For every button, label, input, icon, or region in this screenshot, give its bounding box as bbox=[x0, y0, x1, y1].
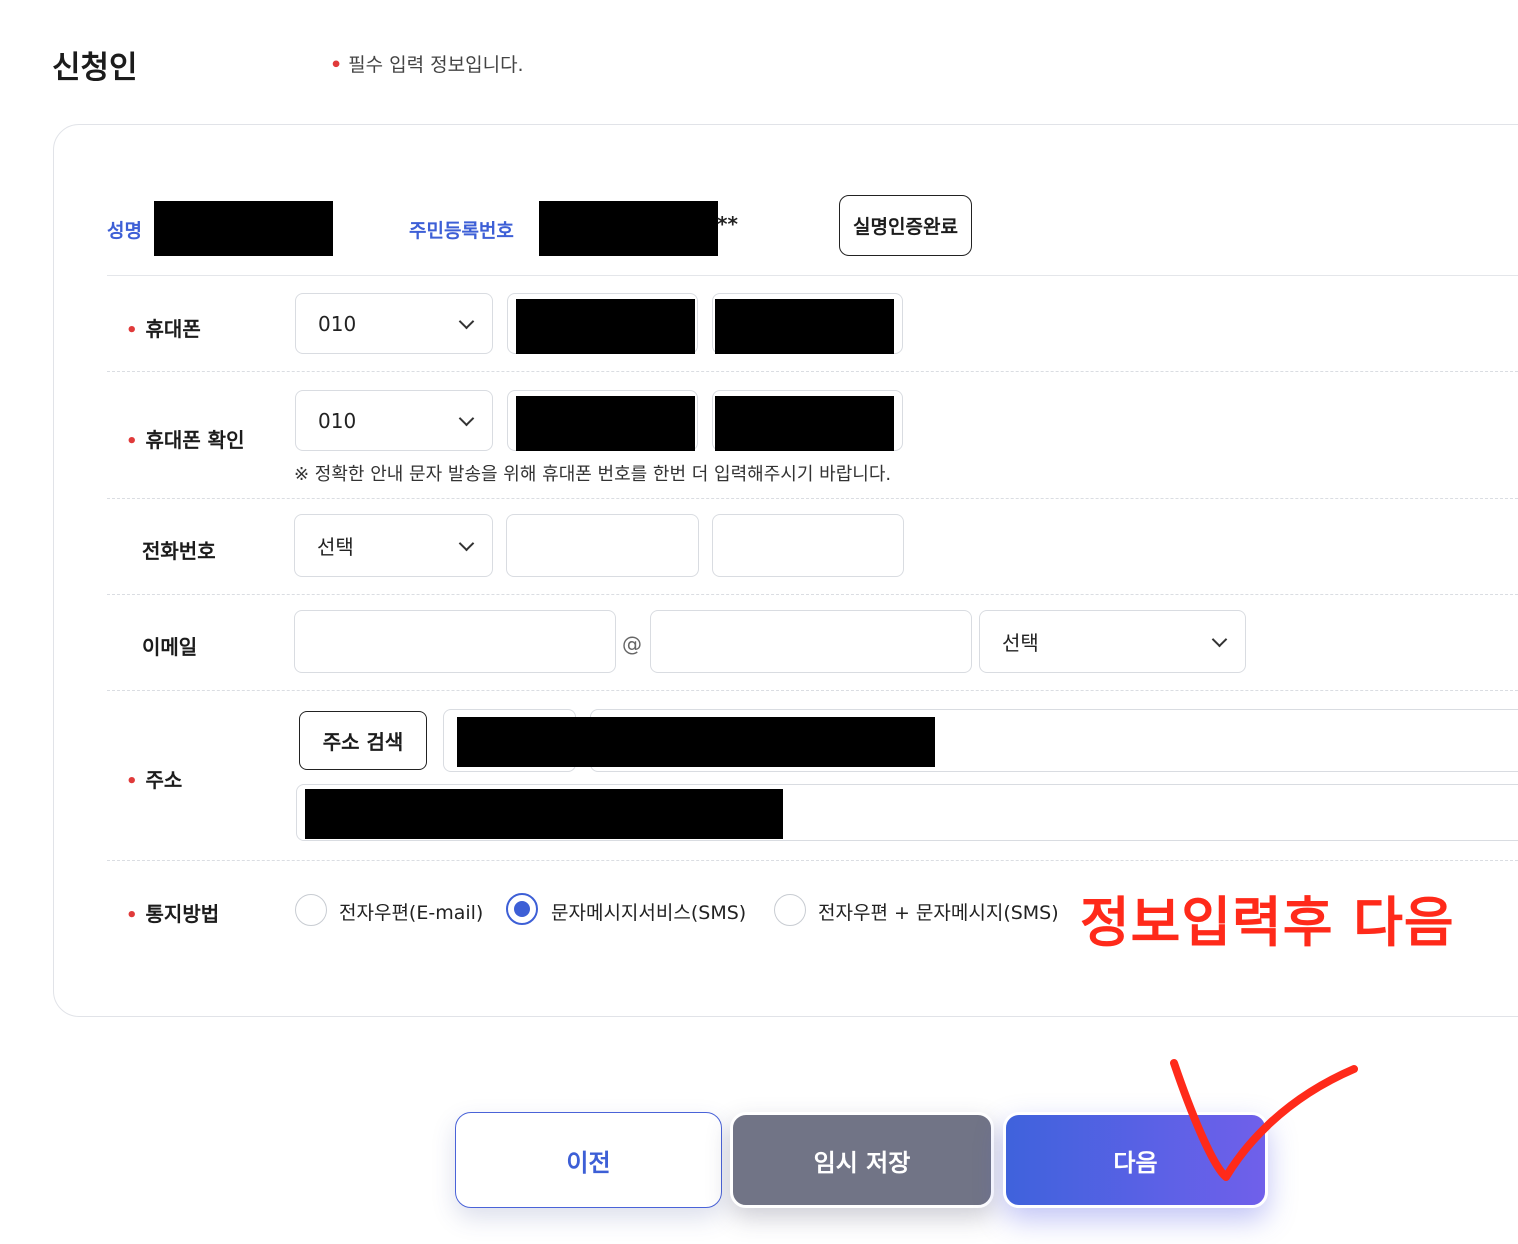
notify-label: • 통지방법 bbox=[126, 902, 220, 926]
phone-confirm-middle-redacted bbox=[516, 396, 695, 451]
phone-middle-redacted bbox=[516, 299, 695, 354]
email-domain-select-value: 선택 bbox=[1002, 631, 1039, 655]
rrn-value-redacted bbox=[539, 201, 718, 256]
divider bbox=[107, 371, 1518, 372]
telephone-last-input[interactable] bbox=[712, 514, 904, 577]
address-label: • 주소 bbox=[126, 768, 183, 792]
email-domain-input[interactable] bbox=[650, 610, 972, 673]
required-dot-icon: • bbox=[126, 320, 138, 341]
email-label: 이메일 bbox=[142, 635, 198, 659]
phone-prefix-select[interactable]: 010 bbox=[295, 293, 493, 354]
required-dot-icon: • bbox=[126, 431, 138, 452]
name-value-redacted bbox=[154, 201, 333, 256]
notify-both-radio[interactable] bbox=[774, 894, 806, 926]
rrn-mask-suffix: ** bbox=[717, 212, 738, 236]
temp-save-button[interactable]: 임시 저장 bbox=[730, 1112, 994, 1208]
required-dot-icon: • bbox=[126, 771, 138, 792]
notify-both-label[interactable]: 전자우편 + 문자메시지(SMS) bbox=[818, 898, 1059, 925]
notify-email-label[interactable]: 전자우편(E-mail) bbox=[339, 898, 483, 925]
divider bbox=[107, 860, 1518, 861]
annotation-text: 정보입력후 다음 bbox=[1080, 891, 1455, 954]
divider bbox=[107, 498, 1518, 499]
page-title: 신청인 bbox=[52, 50, 138, 86]
required-note: • 필수 입력 정보입니다. bbox=[330, 50, 524, 77]
divider bbox=[107, 690, 1518, 691]
notify-sms-label[interactable]: 문자메시지서비스(SMS) bbox=[551, 898, 746, 925]
next-button[interactable]: 다음 bbox=[1003, 1112, 1268, 1208]
phone-confirm-prefix-select[interactable]: 010 bbox=[295, 390, 493, 451]
at-sign: @ bbox=[622, 632, 642, 656]
required-dot-icon: • bbox=[330, 54, 343, 76]
address-main-redacted bbox=[457, 717, 935, 767]
phone-confirm-last-redacted bbox=[715, 396, 894, 451]
notify-email-radio[interactable] bbox=[295, 894, 327, 926]
email-local-input[interactable] bbox=[294, 610, 616, 673]
email-domain-select[interactable]: 선택 bbox=[979, 610, 1246, 673]
address-search-button[interactable]: 주소 검색 bbox=[299, 711, 427, 770]
telephone-label: 전화번호 bbox=[142, 539, 216, 563]
rrn-label: 주민등록번호 bbox=[409, 220, 514, 242]
telephone-prefix-select[interactable]: 선택 bbox=[294, 514, 493, 577]
prev-button[interactable]: 이전 bbox=[455, 1112, 722, 1208]
notify-sms-radio[interactable] bbox=[506, 893, 538, 925]
phone-last-redacted bbox=[715, 299, 894, 354]
verify-complete-button[interactable]: 실명인증완료 bbox=[839, 195, 972, 256]
address-detail-redacted bbox=[305, 789, 783, 839]
required-dot-icon: • bbox=[126, 905, 138, 926]
phone-confirm-label: • 휴대폰 확인 bbox=[126, 428, 245, 452]
phone-label: • 휴대폰 bbox=[126, 317, 201, 341]
required-note-text: 필수 입력 정보입니다. bbox=[348, 54, 524, 76]
telephone-middle-input[interactable] bbox=[506, 514, 699, 577]
name-label: 성명 bbox=[107, 220, 142, 242]
divider bbox=[107, 594, 1518, 595]
phone-confirm-hint: ※ 정확한 안내 문자 발송을 위해 휴대폰 번호를 한번 더 입력해주시기 바… bbox=[294, 464, 892, 485]
divider bbox=[107, 275, 1518, 276]
